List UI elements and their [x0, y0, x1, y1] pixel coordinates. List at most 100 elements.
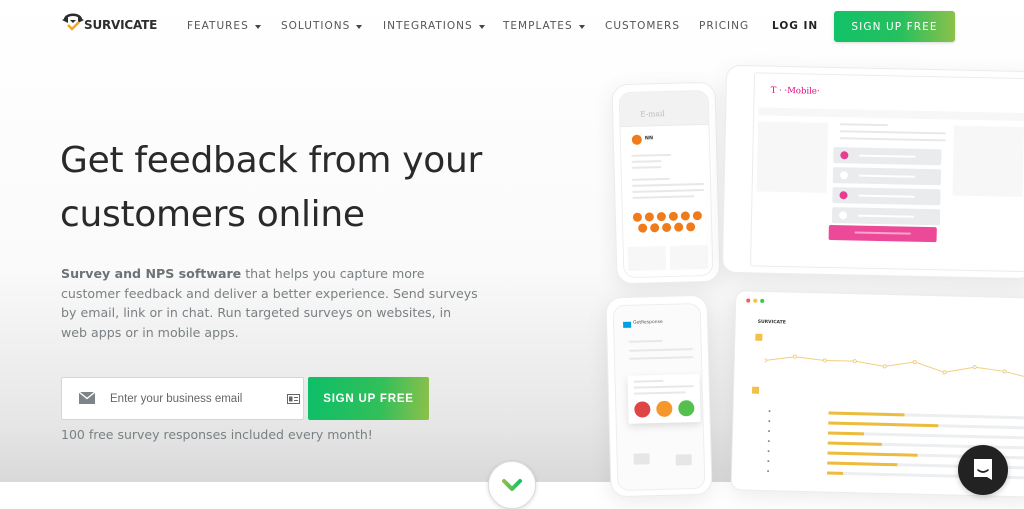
row-label	[767, 470, 770, 473]
placeholder-line	[633, 385, 694, 389]
row-label	[768, 430, 771, 433]
chat-icon	[974, 459, 992, 480]
nav-label: SOLUTIONS	[281, 20, 351, 32]
placeholder-panel	[758, 107, 1024, 122]
chevron-down-icon	[502, 479, 522, 491]
nav-signup-button[interactable]: SIGN UP FREE	[834, 11, 955, 42]
email-input[interactable]	[110, 378, 280, 419]
email-body: NN	[620, 124, 714, 279]
nav-templates[interactable]: TEMPLATES	[503, 20, 585, 32]
contact-card-icon[interactable]	[287, 394, 300, 404]
mail-search-icon	[675, 454, 692, 466]
nav-label: TEMPLATES	[503, 20, 573, 32]
placeholder-line	[628, 356, 694, 360]
nav-solutions[interactable]: SOLUTIONS	[281, 20, 363, 32]
bar	[827, 461, 898, 467]
signup-button[interactable]: SIGN UP FREE	[308, 377, 429, 420]
nps-score-dot	[674, 222, 684, 232]
trend-point	[1002, 369, 1007, 374]
nps-score-dot	[680, 211, 690, 221]
nps-score-dot	[638, 223, 648, 233]
survey-submit-button	[828, 224, 937, 243]
trend-point	[972, 365, 977, 370]
emoji-survey-card	[627, 373, 701, 424]
caret-down-icon	[478, 24, 485, 29]
email-header-title: E-mail	[640, 109, 665, 119]
row-label	[767, 460, 770, 463]
bar	[828, 411, 905, 417]
placeholder-line	[628, 348, 693, 352]
unchecked-icon	[839, 171, 849, 180]
nav-features[interactable]: FEATURES	[187, 20, 261, 32]
survey-options	[755, 73, 1024, 226]
row-label	[768, 410, 771, 413]
nav-label: FEATURES	[187, 20, 249, 32]
placeholder-line	[632, 189, 705, 193]
envelope-icon	[79, 392, 95, 404]
scroll-down-button[interactable]	[488, 461, 536, 509]
headline-line-1: Get feedback from your	[60, 140, 482, 181]
nav-customers[interactable]: CUSTOMERS	[605, 20, 680, 32]
bar	[827, 431, 865, 436]
nps-score-dot	[692, 211, 702, 221]
bar	[827, 441, 882, 446]
nav-label: INTEGRATIONS	[383, 20, 473, 32]
nav-pricing[interactable]: PRICING	[699, 20, 749, 32]
survey-option	[832, 167, 942, 186]
nps-score-dot	[668, 211, 678, 221]
nps-score-dot	[662, 222, 672, 233]
signup-label: SIGN UP FREE	[323, 392, 414, 405]
row-label	[768, 420, 771, 423]
phone-screen: GetResponse	[612, 302, 706, 492]
tmobile-brand: T · ·Mobile·	[770, 85, 820, 97]
email-field-container	[61, 377, 304, 420]
trend-point	[852, 359, 857, 364]
placeholder-line	[633, 379, 664, 383]
hero-description: Survey and NPS software that helps you c…	[61, 264, 481, 342]
placeholder-line	[839, 137, 946, 142]
nps-score-dot	[656, 212, 666, 222]
bar	[827, 451, 918, 457]
nps-score-dot	[686, 222, 696, 232]
phone-web-mockup: GetResponse	[605, 294, 713, 498]
caret-down-icon	[356, 24, 363, 29]
nav-integrations[interactable]: INTEGRATIONS	[383, 20, 485, 32]
happy-face-icon	[678, 400, 695, 417]
trend-point	[882, 364, 887, 369]
dashboard-brand: SURVICATE	[757, 319, 786, 326]
checked-icon	[839, 191, 848, 200]
nn-brand: NN	[644, 135, 654, 142]
login-label: LOG IN	[772, 20, 819, 32]
placeholder-line	[631, 177, 670, 181]
trend-line	[764, 356, 1024, 380]
nps-score-dot	[644, 212, 654, 222]
placeholder-panel	[952, 125, 1024, 198]
nav-signup-label: SIGN UP FREE	[851, 20, 938, 33]
phone-email-mockup: E-mail NN	[611, 81, 721, 285]
getresponse-brand: GetResponse	[633, 319, 663, 326]
placeholder-panel	[756, 121, 829, 193]
trend-point	[764, 358, 767, 363]
tablet-mockup: T · ·Mobile·	[721, 64, 1024, 280]
survey-option	[831, 207, 941, 226]
dashboard-line-chart	[764, 354, 1024, 380]
headline-line-2: customers online	[60, 194, 365, 235]
phone-screen: E-mail NN	[618, 89, 714, 279]
tablet-screen: T · ·Mobile·	[749, 72, 1024, 273]
login-link[interactable]: LOG IN	[772, 20, 818, 32]
free-responses-note: 100 free survey responses included every…	[61, 427, 373, 442]
sad-face-icon	[634, 401, 651, 418]
placeholder-line	[839, 123, 889, 127]
section-badge	[751, 386, 760, 394]
caret-down-icon	[578, 24, 585, 29]
logo[interactable]: SURVICATE	[60, 7, 157, 33]
description-bold: Survey and NPS software	[61, 266, 242, 281]
placeholder-line	[631, 160, 662, 163]
row-label	[767, 450, 770, 453]
nps-score-dot	[632, 212, 643, 222]
nps-score-dot	[650, 223, 660, 233]
caret-down-icon	[254, 24, 261, 29]
neutral-face-icon	[656, 400, 673, 418]
placeholder-line	[631, 153, 672, 157]
chat-launcher-button[interactable]	[958, 445, 1008, 495]
